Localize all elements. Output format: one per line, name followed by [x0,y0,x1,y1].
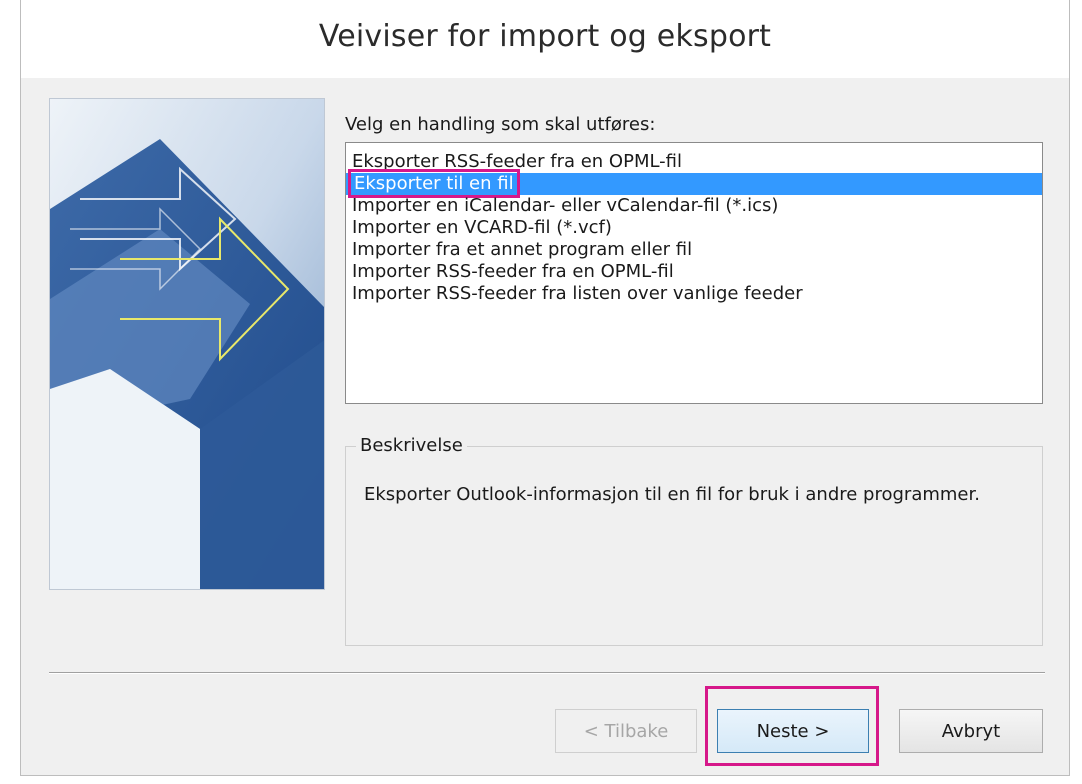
description-groupbox: Beskrivelse Eksporter Outlook-informasjo… [345,435,1043,646]
list-item-import-rss-opml[interactable]: Importer RSS-feeder fra en OPML-fil [346,261,1042,283]
list-item-label: Importer RSS-feeder fra listen over vanl… [352,283,803,304]
list-item-import-rss-common[interactable]: Importer RSS-feeder fra listen over vanl… [346,283,1042,305]
list-item-import-vcard[interactable]: Importer en VCARD-fil (*.vcf) [346,217,1042,239]
divider [49,672,1045,674]
description-label: Beskrivelse [356,435,467,456]
list-item-export-to-file[interactable]: Eksporter til en fil [346,169,1042,198]
dialog-title: Veiviser for import og eksport [318,18,772,54]
next-button[interactable]: Neste > [717,709,869,753]
list-item-label: Importer en iCalendar- eller vCalendar-f… [352,195,779,216]
action-listbox[interactable]: Eksporter RSS-feeder fra en OPML-fil Eks… [345,142,1043,404]
description-text: Eksporter Outlook-informasjon til en fil… [364,484,980,505]
list-item-label: Importer RSS-feeder fra en OPML-fil [352,261,674,282]
cancel-button[interactable]: Avbryt [899,709,1043,753]
list-item-label: Importer fra et annet program eller fil [352,239,693,260]
list-item-label: Eksporter til en fil [348,169,520,198]
back-button[interactable]: < Tilbake [555,709,697,753]
list-item-label: Importer en VCARD-fil (*.vcf) [352,217,612,238]
list-item-export-rss-opml[interactable]: Eksporter RSS-feeder fra en OPML-fil [346,151,1042,173]
list-item-label: Eksporter RSS-feeder fra en OPML-fil [352,151,683,172]
list-item-import-other-program[interactable]: Importer fra et annet program eller fil [346,239,1042,261]
import-export-wizard-dialog: Veiviser for import og eksport Velg en h… [20,0,1070,776]
title-bar: Veiviser for import og eksport [21,0,1069,78]
wizard-illustration-icon [49,98,325,590]
list-item-import-icalendar[interactable]: Importer en iCalendar- eller vCalendar-f… [346,195,1042,217]
action-prompt-label: Velg en handling som skal utføres: [345,114,656,135]
